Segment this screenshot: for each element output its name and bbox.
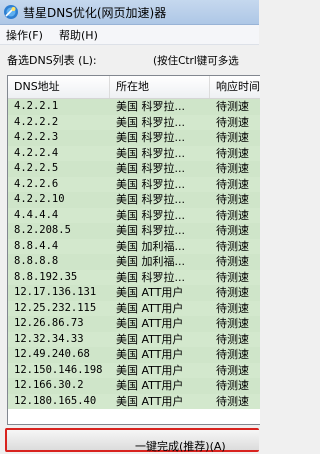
location-cell: 美国 ATT用户 (116, 394, 184, 408)
location-cell: 美国 科罗拉... (116, 162, 185, 175)
dns-list[interactable]: DNS地址 所在地 响应时间 4.2.2.1 美国 科罗拉... 待测速 4.2.2.… (7, 75, 260, 425)
dns-address-cell: 4.2.2.5 (14, 162, 59, 174)
location-cell: 美国 科罗拉... (116, 270, 185, 284)
dns-address-cell: 4.2.2.2 (14, 115, 59, 128)
response-time-cell: 待测速 (216, 177, 249, 191)
response-time-cell: 待测速 (216, 301, 249, 315)
location-cell: 美国 科罗拉... (116, 177, 185, 191)
one-click-optimize-button[interactable]: 一键完成(推荐)(A) (5, 428, 259, 453)
response-time-cell: 待测速 (216, 162, 249, 175)
dns-address-cell: 8.8.8.8 (14, 255, 59, 267)
table-row[interactable]: 8.8.8.8 美国 加利福... 待测速 (8, 254, 260, 270)
table-row[interactable]: 12.166.30.2 美国 ATT用户 待测速 (8, 378, 260, 394)
dns-address-cell: 4.2.2.4 (14, 146, 59, 159)
table-row[interactable]: 4.2.2.2 美国 科罗拉... 待测速 (8, 114, 260, 130)
response-time-cell: 待测速 (216, 146, 249, 160)
response-time-cell: 待测速 (216, 224, 249, 237)
response-time-cell: 待测速 (216, 131, 249, 144)
response-time-cell: 待测速 (216, 115, 249, 129)
response-time-cell: 待测速 (216, 208, 249, 222)
table-row[interactable]: 8.8.4.4 美国 加利福... 待测速 (8, 238, 260, 254)
dns-address-cell: 4.2.2.3 (14, 131, 59, 143)
table-row[interactable]: 12.32.34.33 美国 ATT用户 待测速 (8, 331, 260, 347)
table-row[interactable]: 8.8.192.35 美国 科罗拉... 待测速 (8, 269, 260, 285)
list-header: DNS地址 所在地 响应时间 (8, 76, 260, 99)
dns-address-cell: 12.25.232.115 (14, 301, 97, 314)
dns-address-cell: 8.2.208.5 (14, 224, 71, 236)
one-click-optimize-label: 一键完成(推荐)(A) (135, 440, 226, 453)
table-row[interactable]: 12.26.86.73 美国 ATT用户 待测速 (8, 316, 260, 332)
location-cell: 美国 ATT用户 (116, 363, 184, 377)
dns-address-cell: 12.166.30.2 (14, 379, 84, 391)
response-time-cell: 待测速 (216, 239, 249, 253)
location-cell: 美国 科罗拉... (116, 224, 185, 237)
table-row[interactable]: 4.2.2.3 美国 科罗拉... 待测速 (8, 130, 260, 146)
response-time-cell: 待测速 (216, 317, 249, 330)
response-time-cell: 待测速 (216, 363, 249, 377)
location-cell: 美国 科罗拉... (116, 100, 185, 113)
location-cell: 美国 加利福... (116, 239, 185, 253)
location-cell: 美国 ATT用户 (116, 348, 184, 361)
response-time-cell: 待测速 (216, 332, 249, 346)
response-time-cell: 待测速 (216, 100, 249, 113)
response-time-cell: 待测速 (216, 270, 249, 284)
dns-address-cell: 4.2.2.1 (14, 100, 59, 112)
multi-select-hint: (按住Ctrl键可多选 (153, 55, 239, 67)
response-time-cell: 待测速 (216, 394, 249, 408)
comet-app-icon (4, 5, 18, 19)
table-row[interactable]: 8.2.208.5 美国 科罗拉... 待测速 (8, 223, 260, 239)
table-row[interactable]: 12.17.136.131 美国 ATT用户 待测速 (8, 285, 260, 301)
dns-address-cell: 12.17.136.131 (14, 286, 97, 298)
location-cell: 美国 科罗拉... (116, 146, 185, 160)
location-cell: 美国 科罗拉... (116, 131, 185, 144)
dns-address-cell: 12.150.146.198 (14, 363, 103, 376)
window-title: 彗星DNS优化(网页加速)器 (23, 6, 167, 20)
title-bar: 彗星DNS优化(网页加速)器 (0, 0, 259, 25)
table-row[interactable]: 12.25.232.115 美国 ATT用户 待测速 (8, 300, 260, 316)
location-cell: 美国 加利福... (116, 255, 185, 268)
dns-address-cell: 12.32.34.33 (14, 332, 84, 345)
response-time-cell: 待测速 (216, 286, 249, 299)
table-row[interactable]: 4.4.4.4 美国 科罗拉... 待测速 (8, 207, 260, 223)
menu-bar: 操作(F) 帮助(H) (0, 25, 259, 45)
dns-address-cell: 4.4.4.4 (14, 208, 59, 221)
table-row[interactable]: 4.2.2.10 美国 科罗拉... 待测速 (8, 192, 260, 208)
column-header-response-time[interactable]: 响应时间 (210, 76, 260, 98)
response-time-cell: 待测速 (216, 255, 249, 268)
location-cell: 美国 ATT用户 (116, 301, 184, 315)
dns-address-cell: 8.8.4.4 (14, 239, 59, 252)
location-cell: 美国 科罗拉... (116, 208, 185, 222)
menu-help[interactable]: 帮助(H) (59, 27, 98, 43)
column-header-location[interactable]: 所在地 (110, 76, 210, 98)
location-cell: 美国 ATT用户 (116, 332, 184, 346)
response-time-cell: 待测速 (216, 348, 249, 361)
dns-address-cell: 12.180.165.40 (14, 394, 97, 407)
dns-list-caption: 备选DNS列表 (L): (7, 54, 97, 67)
location-cell: 美国 ATT用户 (116, 379, 184, 392)
location-cell: 美国 ATT用户 (116, 286, 184, 299)
response-time-cell: 待测速 (216, 379, 249, 392)
dns-address-cell: 12.49.240.68 (14, 348, 90, 360)
location-cell: 美国 科罗拉... (116, 115, 185, 129)
table-row[interactable]: 4.2.2.4 美国 科罗拉... 待测速 (8, 145, 260, 161)
table-row[interactable]: 12.180.165.40 美国 ATT用户 待测速 (8, 393, 260, 409)
dns-address-cell: 4.2.2.6 (14, 177, 59, 190)
table-row[interactable]: 12.150.146.198 美国 ATT用户 待测速 (8, 362, 260, 378)
list-rows: 4.2.2.1 美国 科罗拉... 待测速 4.2.2.2 美国 科罗拉... 待测速 4.… (8, 99, 260, 409)
column-header-dns-address[interactable]: DNS地址 (8, 76, 110, 98)
table-row[interactable]: 4.2.2.6 美国 科罗拉... 待测速 (8, 176, 260, 192)
location-cell: 美国 科罗拉... (116, 193, 185, 206)
table-row[interactable]: 4.2.2.1 美国 科罗拉... 待测速 (8, 99, 260, 115)
dns-address-cell: 8.8.192.35 (14, 270, 78, 283)
response-time-cell: 待测速 (216, 193, 249, 206)
menu-operate[interactable]: 操作(F) (6, 27, 43, 43)
dns-address-cell: 4.2.2.10 (14, 193, 65, 205)
location-cell: 美国 ATT用户 (116, 317, 184, 330)
table-row[interactable]: 4.2.2.5 美国 科罗拉... 待测速 (8, 161, 260, 177)
table-row[interactable]: 12.49.240.68 美国 ATT用户 待测速 (8, 347, 260, 363)
dns-address-cell: 12.26.86.73 (14, 317, 84, 329)
